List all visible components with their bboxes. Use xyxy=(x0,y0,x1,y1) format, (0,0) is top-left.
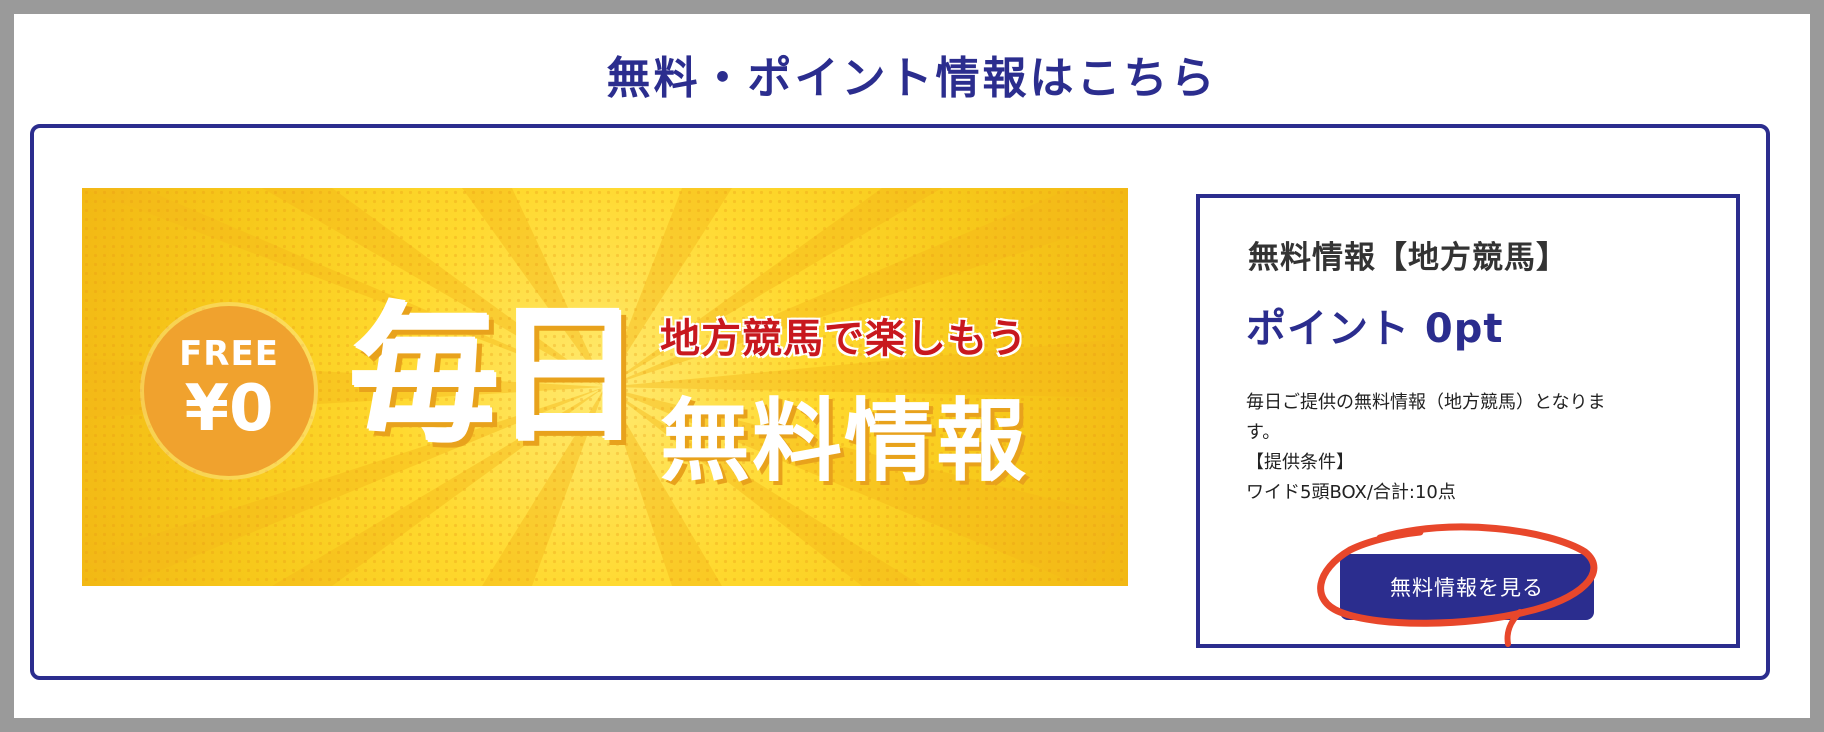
description-line: す。 xyxy=(1246,422,1281,443)
condition-label: 【提供条件】 xyxy=(1246,452,1354,473)
banner-free-info-text: 無料情報 xyxy=(660,389,1028,494)
badge-price-text: ¥0 xyxy=(184,372,274,446)
info-card-title: 無料情報【地方競馬】 xyxy=(1248,240,1568,276)
view-free-info-button[interactable]: 無料情報を見る xyxy=(1340,554,1594,620)
banner-daily-text: 毎日 xyxy=(350,290,644,464)
free-badge: FREE ¥0 xyxy=(144,306,314,476)
badge-free-text: FREE xyxy=(179,334,279,374)
info-description: 毎日ご提供の無料情報（地方競馬）となりま す。 【提供条件】 ワイド5頭BOX/… xyxy=(1246,388,1696,508)
description-line: 毎日ご提供の無料情報（地方競馬）となりま xyxy=(1246,392,1606,413)
banner-tagline: 地方競馬で楽しもう xyxy=(660,316,1028,362)
section-heading: 無料・ポイント情報はこちら xyxy=(606,53,1218,104)
condition-value: ワイド5頭BOX/合計:10点 xyxy=(1246,482,1456,503)
points-value: ポイント 0pt xyxy=(1246,306,1504,352)
free-info-banner[interactable]: FREE ¥0 毎日 地方競馬で楽しもう 無料情報 xyxy=(82,188,1128,586)
